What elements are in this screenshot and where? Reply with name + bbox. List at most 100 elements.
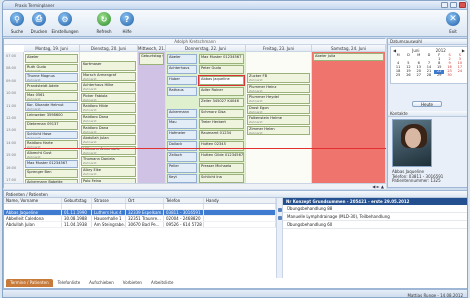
refresh-button[interactable]: ↻ Refresh xyxy=(93,12,115,34)
appointment[interactable]: Plummer Heydel Zahnarzt xyxy=(247,94,310,104)
appointment[interactable]: Geburtstag Chef xyxy=(139,53,164,65)
appointment[interactable]: Ackermann xyxy=(167,108,197,118)
appointment[interactable]: Achterhaus Hilke Zahnarzt xyxy=(81,82,136,92)
close-window-button[interactable] xyxy=(459,2,466,8)
appointment[interactable]: Raidlaro Hilde Zahnarzt xyxy=(81,103,136,113)
appointment[interactable]: Morsch Armengraf Zahnarzt xyxy=(81,71,136,82)
appointment[interactable]: Max Muster 01234567 xyxy=(199,54,244,64)
appointment[interactable]: Albrecht Gust Zahnarzt xyxy=(25,150,78,159)
column-header-street[interactable]: Strasse xyxy=(92,198,126,203)
appointment[interactable]: Prandsteidt Adele Zahnarzt xyxy=(25,82,78,92)
appointment[interactable]: Max Muster 01234567 xyxy=(25,159,78,169)
calendar-scrollbar[interactable]: ◀ ► ▲ xyxy=(4,183,386,189)
appointment[interactable]: Schlicht Ina xyxy=(199,173,244,184)
column-header-mobile[interactable]: Handy xyxy=(204,198,276,203)
appointment[interactable]: Adler Rainer xyxy=(199,86,244,97)
appointment[interactable]: Dollack xyxy=(167,141,197,151)
bottom-tab[interactable]: Arbeitsliste xyxy=(147,279,177,287)
mini-calendar-day[interactable]: 26 xyxy=(403,74,413,78)
day-header-wednesday[interactable]: Mittwoch, 21. Juni xyxy=(138,45,166,52)
prev-month-icon[interactable]: ◀ xyxy=(393,48,396,53)
appointment[interactable]: Schmorz Gisa xyxy=(199,108,244,118)
day-header-monday[interactable]: Montag, 19. Juni xyxy=(24,45,80,52)
tasks-header[interactable]: Nr Konzept Grundsummen - 205421 - erste … xyxy=(283,198,467,205)
appointment[interactable]: Mau xyxy=(167,119,197,129)
day-column-tuesday[interactable]: Kortmaser Morsch Armengraf Zahnarzt Achterh… xyxy=(80,52,138,189)
appointment[interactable]: Drost Egon Zahnarzt xyxy=(247,104,310,114)
appointment[interactable]: Hofmeier xyxy=(167,130,197,140)
task-item[interactable]: Manuelle Lymphdrainage (MLD-30), Teilbeh… xyxy=(283,213,467,221)
appointment[interactable]: Picker Fabiola Zahnarzt xyxy=(81,92,136,103)
appointment[interactable]: Huber xyxy=(167,75,197,86)
appointment[interactable]: Leinweber 3598600 xyxy=(25,111,78,121)
appointment[interactable]: Abeler xyxy=(167,54,197,64)
appointment[interactable]: Thorne Magnus Zahnarzt xyxy=(25,73,78,82)
day-column-wednesday[interactable]: Geburtstag Chef xyxy=(138,52,166,189)
column-header-name[interactable]: Name, Vorname xyxy=(4,198,62,203)
day-header-tuesday[interactable]: Dienstag, 20. Juni xyxy=(80,45,138,52)
appointment[interactable]: Abeler Julia xyxy=(313,53,384,61)
appointment[interactable]: Abeler xyxy=(25,54,78,63)
appointment[interactable]: Thomann Daniela Zahnarzt xyxy=(81,156,136,166)
day-header-friday[interactable]: Freitag, 23. Juni xyxy=(246,45,312,52)
mini-calendar-day[interactable]: 27 xyxy=(414,74,424,78)
appointment[interactable]: Kor. Sibande Helmut Zahnarzt xyxy=(25,102,78,111)
help-button[interactable]: ? Hilfe xyxy=(116,12,138,34)
day-header-saturday[interactable]: Samstag, 24. Juni xyxy=(312,45,386,52)
minimize-button[interactable] xyxy=(441,2,448,8)
appointment[interactable]: Rathaus xyxy=(167,86,197,97)
day-column-friday[interactable]: Zucker FB Zahnarzt Plummer Heinz Zahnarzt Pl… xyxy=(246,52,312,189)
column-header-city[interactable]: Ort xyxy=(126,198,164,203)
mini-calendar-day[interactable]: 29 xyxy=(434,74,444,78)
appointment[interactable]: Achterhaus xyxy=(167,64,197,75)
calendar-nav-arrows-icon[interactable]: ◀ ► ▲ xyxy=(372,184,384,189)
appointment[interactable]: Schlicht Hase Zahnarzt xyxy=(25,130,78,140)
day-column-monday[interactable]: Abeler Ruth Gudo Zahnarzt Thorne Magnus Zahn… xyxy=(24,52,80,189)
appointment[interactable]: Zimmer Helen Zahnarzt xyxy=(247,125,310,135)
appointment[interactable]: Plummer Heinz Zahnarzt xyxy=(247,83,310,93)
bottom-tab[interactable]: Telefonliste xyxy=(54,279,85,287)
mini-calendar-year[interactable]: 2012 xyxy=(436,48,446,53)
column-header-phone[interactable]: Telefon xyxy=(164,198,204,203)
print-button[interactable]: ⎙ Drucken xyxy=(28,12,50,34)
appointment[interactable]: Zelloch xyxy=(167,152,197,162)
maximize-button[interactable] xyxy=(450,2,457,8)
appointment[interactable]: Hutten 02345 xyxy=(199,141,244,151)
appointment[interactable]: Dieterman 09137 xyxy=(25,121,78,130)
day-column-saturday[interactable]: Abeler Julia xyxy=(312,52,386,189)
bottom-tab[interactable]: Termine / Patienten xyxy=(6,279,53,287)
table-row[interactable]: Abdullah Julan 11.04.1938 Am Steingrabe...… xyxy=(4,222,276,228)
day-column-thursday[interactable]: Abeler Max Muster 01234567 Achterhaus Peter… xyxy=(166,52,246,189)
column-header-birthday[interactable]: Geburtstag xyxy=(62,198,92,203)
mini-calendar-day[interactable]: 28 xyxy=(424,74,434,78)
mini-calendar-day[interactable]: 24 xyxy=(455,70,465,74)
appointment[interactable]: Keyt xyxy=(167,173,197,184)
day-header-thursday[interactable]: Donnerstag, 22. Juni xyxy=(166,45,246,52)
appointment[interactable]: Hutten Gilde 01234567 xyxy=(199,152,244,162)
appointment[interactable]: Sprenger Ben xyxy=(25,169,78,178)
appointment[interactable]: Max 0561 Zahnarzt xyxy=(25,92,78,101)
appointment[interactable]: Raidlaro Dana Zahnarzt xyxy=(81,124,136,135)
appointment[interactable]: Raumamt 01234 xyxy=(199,130,244,140)
bottom-tab[interactable]: Aufschieben xyxy=(85,279,118,287)
appointment[interactable]: Ruth Gudo Zahnarzt xyxy=(25,63,78,73)
exit-button[interactable]: ✕ Exit xyxy=(443,12,463,34)
task-item[interactable]: Übungsbehandlung 60 xyxy=(283,221,467,229)
appointment[interactable]: Zucker FB Zahnarzt xyxy=(247,73,310,83)
appointment[interactable]: Peller xyxy=(167,163,197,173)
appointment[interactable]: Abbas Jaqueline xyxy=(198,74,245,87)
bottom-tab[interactable]: Vorbieten xyxy=(119,279,146,287)
mini-calendar-day[interactable]: 30 xyxy=(444,74,454,78)
appointment[interactable]: Presser Michaela xyxy=(199,163,244,173)
appointment[interactable]: Kortmaser xyxy=(81,61,136,71)
appointment[interactable]: Treier Herbert xyxy=(199,119,244,129)
mini-calendar-day[interactable]: 25 xyxy=(393,74,403,78)
appointment[interactable]: Raidlaro Dana Zahnarzt xyxy=(81,114,136,124)
search-button[interactable]: ⚲ Suche xyxy=(6,12,28,34)
appointment[interactable]: Abdullah Julan Zahnarzt xyxy=(81,135,136,145)
today-button[interactable]: Heute xyxy=(412,101,442,107)
appointment[interactable]: Zeiler 345027 K4046 xyxy=(199,97,244,108)
task-item[interactable]: Übungsbehandlung 88 xyxy=(283,205,467,213)
appointment[interactable]: Falkenstein Helme Zahnarzt xyxy=(247,115,310,125)
next-month-icon[interactable]: ▶ xyxy=(462,48,465,53)
